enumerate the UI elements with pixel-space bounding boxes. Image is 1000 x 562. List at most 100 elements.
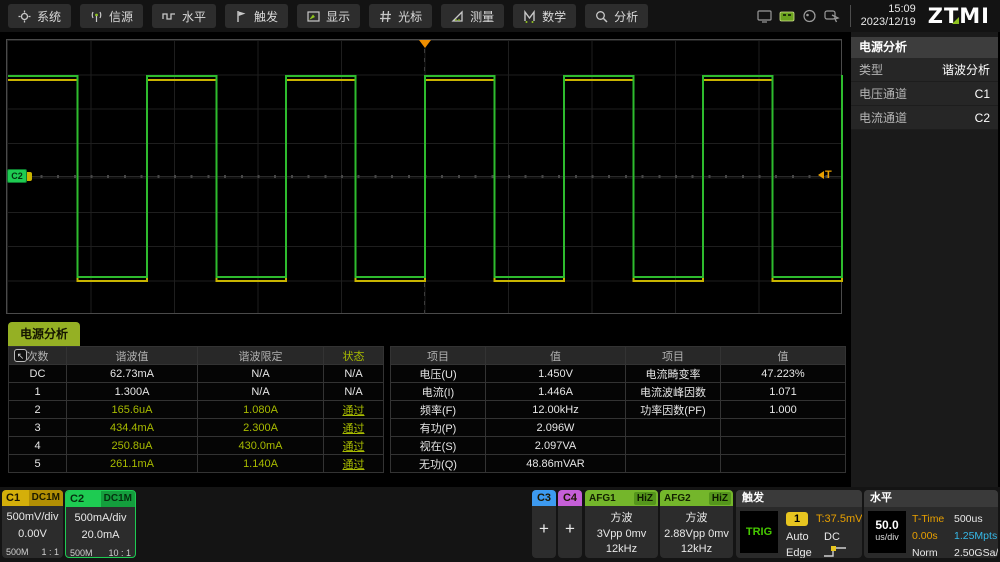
afg1-box[interactable]: AFG1 HiZ 方波 3Vpp 0mv 12kHz xyxy=(585,490,658,558)
table-row: 频率(F)12.00kHz功率因数(PF)1.000 xyxy=(391,401,846,419)
trigger-source-badge[interactable]: 1 xyxy=(786,512,808,526)
setting-row-type[interactable]: 类型 谐波分析 xyxy=(851,58,998,82)
rising-edge-icon xyxy=(822,545,850,558)
setting-value: C1 xyxy=(975,87,990,101)
table-cell: 3 xyxy=(9,419,67,437)
table-row: 有功(P)2.096W xyxy=(391,419,846,437)
table-cell: 通过 xyxy=(324,419,384,437)
screen-mirror-icon[interactable] xyxy=(757,9,772,23)
table-cell: 电压(U) xyxy=(391,365,486,383)
table-cell: 2.097VA xyxy=(486,437,626,455)
menu-trigger[interactable]: 触发 xyxy=(225,4,288,28)
channel2-box[interactable]: C2 DC1M 500mA/div 20.0mA 500M 10 : 1 xyxy=(65,490,136,558)
table-cell: 1.080A xyxy=(198,401,324,419)
bandwidth-value: 500M xyxy=(70,548,93,558)
table-cell: 430.0mA xyxy=(198,437,324,455)
date-value: 2023/12/19 xyxy=(861,16,916,29)
touch-gesture-icon[interactable] xyxy=(824,9,840,23)
tab-power-analysis[interactable]: 电源分析 xyxy=(8,322,80,346)
setting-row-current-channel[interactable]: 电流通道 C2 xyxy=(851,106,998,130)
menu-label: 数学 xyxy=(542,8,566,25)
channel-offset: 20.0mA xyxy=(66,529,135,541)
trigger-type[interactable]: Edge xyxy=(786,547,812,558)
setting-label: 电流通道 xyxy=(859,109,907,126)
afg2-box[interactable]: AFG2 HiZ 方波 2.88Vpp 0mv 12kHz xyxy=(660,490,733,558)
add-channel-button[interactable]: + xyxy=(558,519,582,539)
table-cell: 48.86mVAR xyxy=(486,455,626,473)
source-antenna-icon xyxy=(90,10,103,23)
menu-horizontal[interactable]: 水平 xyxy=(152,4,216,28)
coupling-badge: DC1M xyxy=(101,491,135,507)
table-cell: N/A xyxy=(324,365,384,383)
channel3-box[interactable]: C3 + xyxy=(532,490,556,558)
channel2-ground-marker[interactable]: C2 xyxy=(7,169,27,183)
menu-measure[interactable]: 测量 xyxy=(441,4,504,28)
table-cell: 4 xyxy=(9,437,67,455)
menu-label: 光标 xyxy=(398,8,422,25)
channel1-box[interactable]: C1 DC1M 500mV/div 0.00V 500M 1 : 1 xyxy=(2,490,63,558)
channel-scale: 500mA/div xyxy=(66,512,135,524)
table-cell xyxy=(626,437,721,455)
table-cell: 无功(Q) xyxy=(391,455,486,473)
channel-footer: 500M 10 : 1 xyxy=(66,548,135,558)
table-cell: 电流畸变率 xyxy=(626,365,721,383)
menu-label: 分析 xyxy=(614,8,638,25)
impedance-badge: HiZ xyxy=(634,492,656,505)
table-cell: 1 xyxy=(9,383,67,401)
channel-name: C3 xyxy=(537,492,551,504)
setting-value: 谐波分析 xyxy=(942,61,990,78)
horizontal-wave-icon xyxy=(162,10,176,23)
trigger-position-marker[interactable] xyxy=(419,40,431,48)
power-analysis-panel: 电源分析 类型 谐波分析 电压通道 C1 电流通道 C2 xyxy=(851,32,998,487)
menu-display[interactable]: 显示 xyxy=(297,4,360,28)
horizontal-box[interactable]: 水平 50.0 us/div T-Time 500us 0.00s 1.25Mp… xyxy=(864,490,998,558)
afg-frequency: 12kHz xyxy=(585,543,658,555)
cursor-hash-icon xyxy=(379,10,392,23)
usb-device-icon[interactable] xyxy=(779,9,795,23)
impedance-badge: HiZ xyxy=(709,492,731,505)
table-cell: 1.000 xyxy=(721,401,846,419)
trigger-mode[interactable]: Auto xyxy=(786,531,809,543)
channel4-box[interactable]: C4 + xyxy=(558,490,582,558)
measure-triangle-icon xyxy=(451,10,464,23)
trigger-flag-icon xyxy=(235,10,248,23)
menu-source[interactable]: 信源 xyxy=(80,4,143,28)
trigger-level-value: T:37.5mV xyxy=(816,513,862,525)
timebase-display[interactable]: 50.0 us/div xyxy=(868,511,906,553)
table-cell: 250.8uA xyxy=(67,437,198,455)
trigger-coupling[interactable]: DC xyxy=(824,531,840,543)
trigger-level-marker[interactable]: T xyxy=(818,169,832,181)
statusbar-right: 15:09 2023/12/19 ZTMI xyxy=(757,0,994,32)
table-cell: 261.1mA xyxy=(67,455,198,473)
menu-cursor[interactable]: 光标 xyxy=(369,4,432,28)
trackball-icon[interactable] xyxy=(802,9,817,23)
table-cell: 62.73mA xyxy=(67,365,198,383)
menu-analyze[interactable]: 分析 xyxy=(585,4,648,28)
menu-label: 系统 xyxy=(37,8,61,25)
waveform-display[interactable]: C2 T xyxy=(6,39,842,314)
add-channel-button[interactable]: + xyxy=(532,519,556,539)
export-table-icon[interactable]: ↖ xyxy=(14,349,27,362)
brand-logo-text: ZTMI xyxy=(928,4,990,28)
afg-waveform-type: 方波 xyxy=(585,509,658,525)
menu-label: 显示 xyxy=(326,8,350,25)
menu-math[interactable]: 数学 xyxy=(513,4,576,28)
channel3-header: C3 xyxy=(532,490,556,506)
table-cell: 1.071 xyxy=(721,383,846,401)
channel-scale: 500mV/div xyxy=(2,511,63,523)
brand-logo-accent xyxy=(952,17,959,24)
channel1-header: C1 DC1M xyxy=(2,490,63,506)
table-cell: 通过 xyxy=(324,437,384,455)
column-header: 项目 xyxy=(391,347,486,365)
table-cell: 1.450V xyxy=(486,365,626,383)
menu-label: 信源 xyxy=(109,8,133,25)
coupling-badge: DC1M xyxy=(29,490,63,506)
timebase-value: 50.0 xyxy=(868,518,906,532)
table-row: 11.300AN/AN/A xyxy=(9,383,384,401)
channel-name: C4 xyxy=(563,492,577,504)
menu-system[interactable]: 系统 xyxy=(8,4,71,28)
ttime-value: 500us xyxy=(954,513,983,525)
setting-row-voltage-channel[interactable]: 电压通道 C1 xyxy=(851,82,998,106)
table-row: 无功(Q)48.86mVAR xyxy=(391,455,846,473)
trigger-box[interactable]: 触发 TRIG 1 T:37.5mV Auto DC Edge xyxy=(736,490,862,558)
